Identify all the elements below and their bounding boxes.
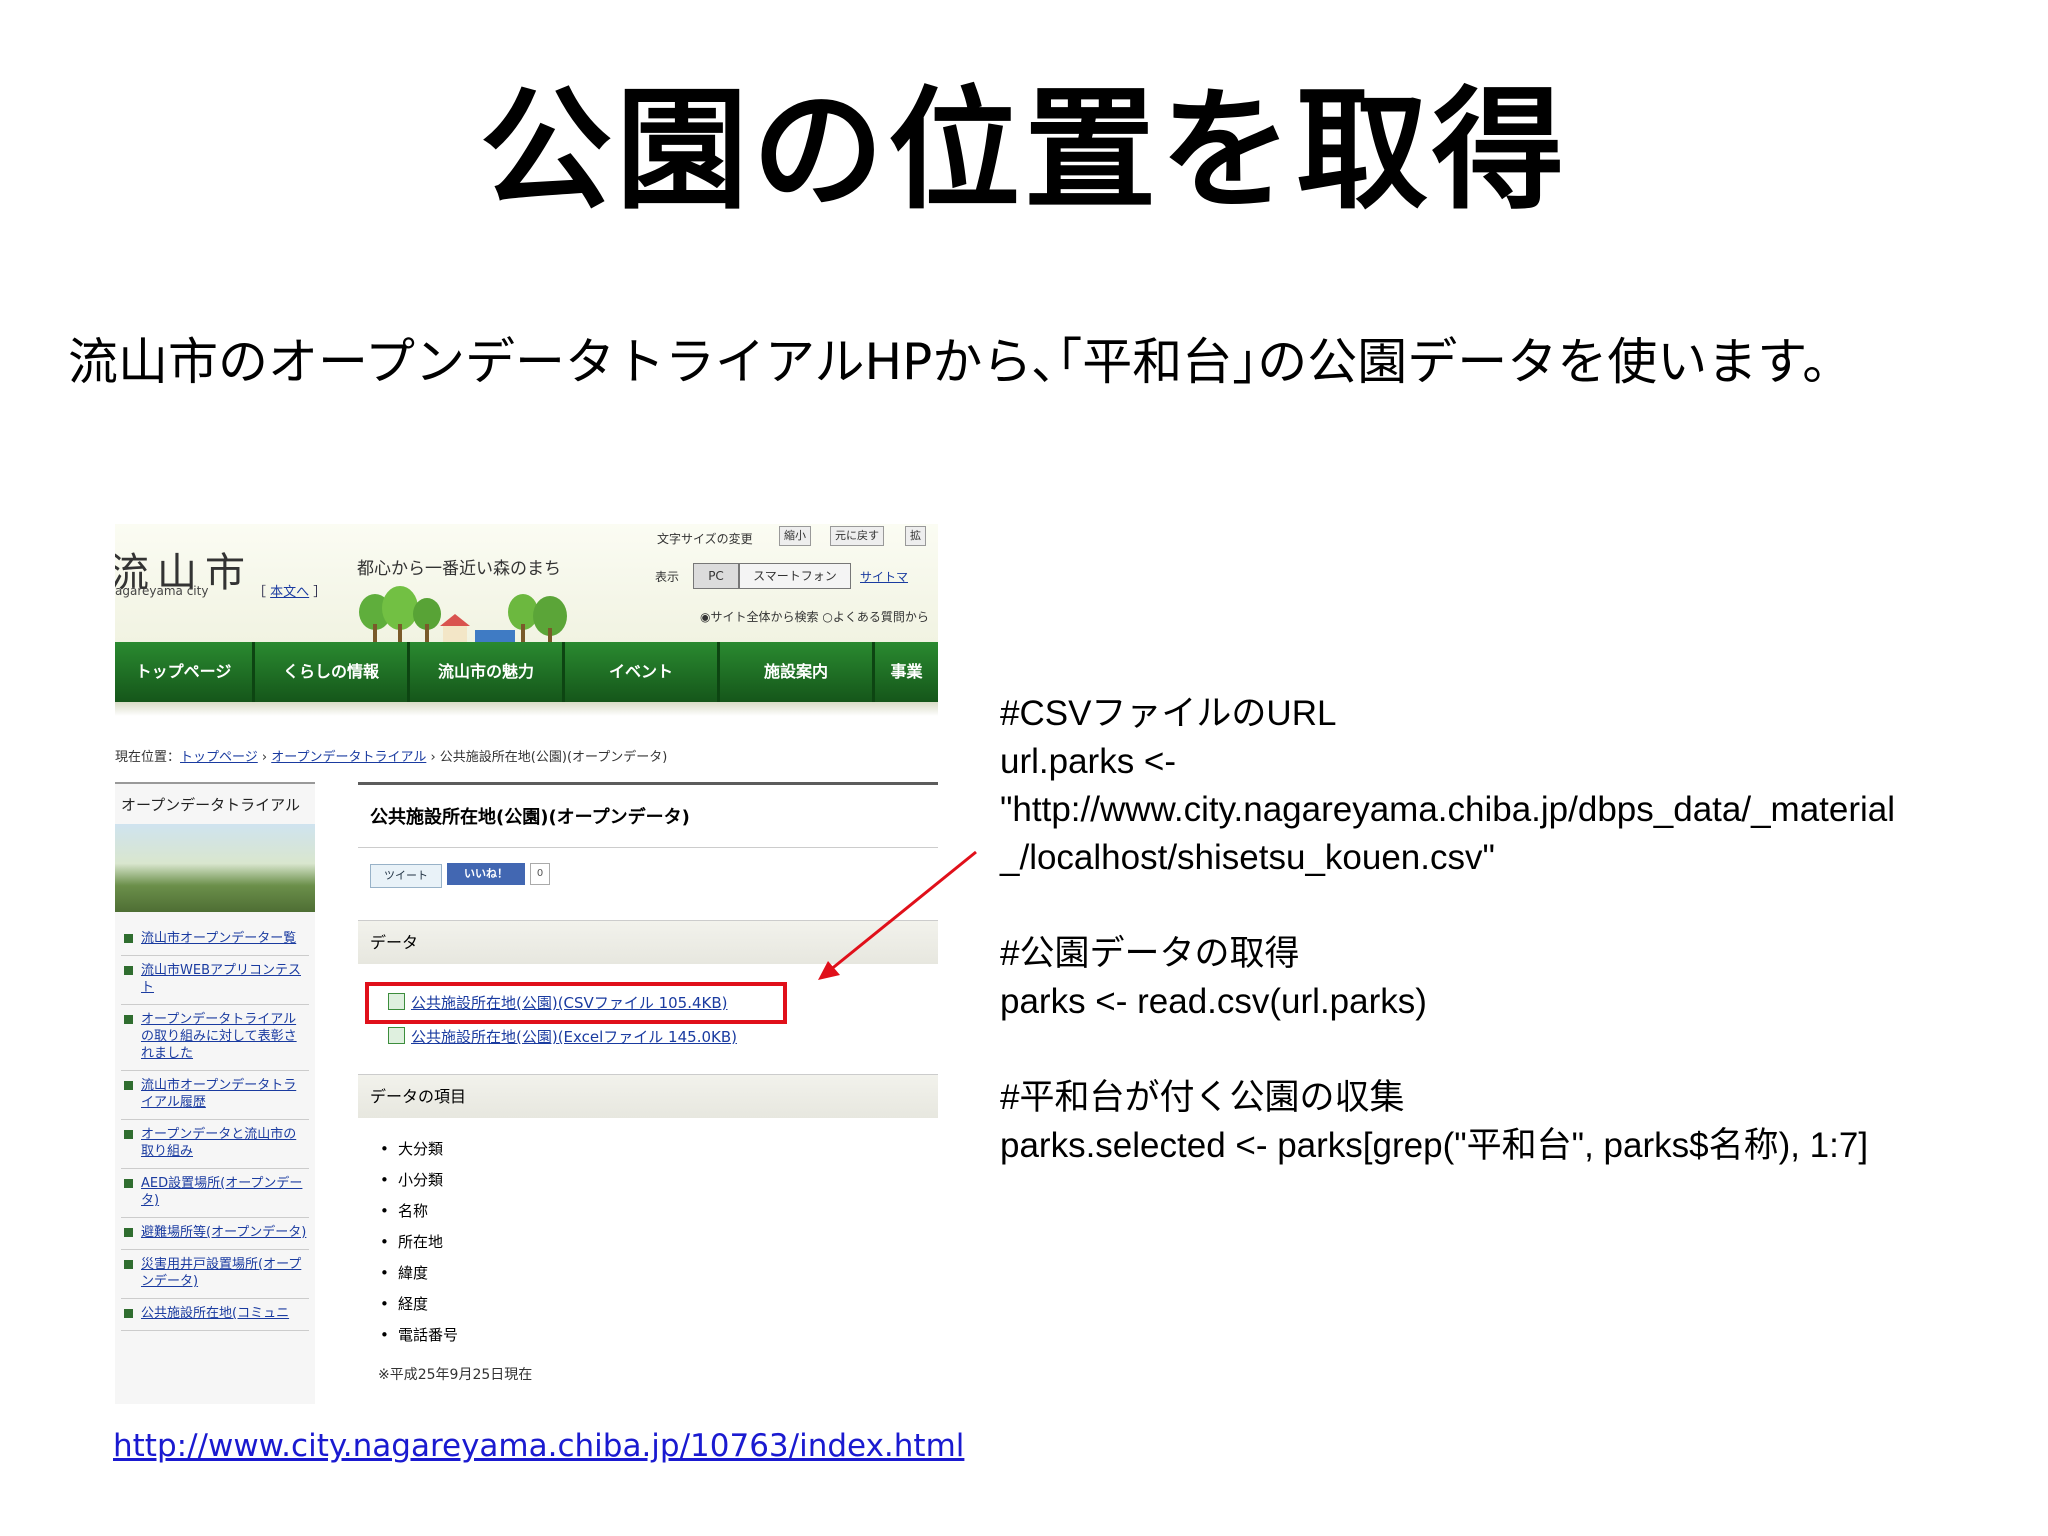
search-faq-option[interactable]: よくある質問から	[833, 610, 929, 624]
font-shrink-button[interactable]: 縮小	[779, 526, 811, 546]
excel-file-icon	[388, 1027, 405, 1044]
sidebar-link[interactable]: 災害用井戸設置場所(オープンデータ)	[141, 1257, 301, 1289]
code-line-url-assign: url.parks <-	[1000, 742, 1177, 781]
nav-shadow	[115, 702, 938, 716]
data-item: 電話番号	[378, 1320, 458, 1351]
breadcrumb-current: 公共施設所在地(公園)(オープンデータ)	[439, 750, 668, 765]
sitemap-link[interactable]: サイトマ	[860, 568, 908, 585]
sidebar-item: AED設置場所(オープンデータ)	[121, 1169, 309, 1218]
sidebar-item: オープンデータトライアルの取り組みに対して表彰されました	[121, 1005, 309, 1071]
csv-highlight-box	[365, 982, 787, 1024]
nav-events[interactable]: イベント	[565, 642, 720, 702]
font-enlarge-button[interactable]: 拡	[905, 526, 926, 546]
sidebar-list: 流山市オープンデーター覧 流山市WEBアプリコンテスト オープンデータトライアル…	[121, 924, 309, 1331]
facebook-like-button[interactable]: いいね！	[447, 863, 525, 885]
source-url-link[interactable]: http://www.city.nagareyama.chiba.jp/1076…	[113, 1428, 964, 1464]
date-note: ※平成25年9月25日現在	[378, 1367, 533, 1383]
main-content: 公共施設所在地(公園)(オープンデータ) ツイート いいね！ 0 データ 公共施…	[358, 782, 938, 1404]
sidebar-title: オープンデータトライアル	[121, 796, 300, 814]
smartphone-view-button[interactable]: スマートフォン	[739, 563, 851, 589]
items-section-heading: データの項目	[358, 1074, 938, 1118]
slide-subtitle: 流山市のオープンデータトライアルHPから､｢平和台｣の公園データを使います。	[68, 333, 1853, 391]
code-comment-select: #平和台が付く公園の収集	[1000, 1078, 1405, 1117]
sidebar-link[interactable]: 流山市オープンデーター覧	[141, 931, 296, 946]
nav-facilities[interactable]: 施設案内	[720, 642, 875, 702]
sidebar-link[interactable]: オープンデータと流山市の取り組み	[141, 1127, 296, 1159]
sidebar-photo	[115, 824, 315, 912]
like-count: 0	[530, 863, 550, 885]
sidebar-link[interactable]: 流山市オープンデータトライアル履歴	[141, 1078, 296, 1110]
breadcrumb-opendata[interactable]: オープンデータトライアル	[271, 750, 426, 765]
sidebar-item: 流山市オープンデータトライアル履歴	[121, 1071, 309, 1120]
data-item: 名称	[378, 1196, 458, 1227]
font-size-label: 文字サイズの変更	[657, 532, 753, 546]
breadcrumb: 現在位置：トップページ › オープンデータトライアル › 公共施設所在地(公園)…	[115, 750, 668, 765]
sidebar-item: オープンデータと流山市の取り組み	[121, 1120, 309, 1169]
sidebar-item: 流山市WEBアプリコンテスト	[121, 956, 309, 1005]
sidebar-item: 避難場所等(オープンデータ)	[121, 1218, 309, 1250]
display-label: 表示	[655, 570, 680, 584]
website-screenshot: 流山市 agareyama city ［ 本文へ ］ 都心から一番近い森のまち …	[115, 524, 938, 1404]
code-comment-read: #公園データの取得	[1000, 934, 1300, 973]
breadcrumb-prefix: 現在位置：	[115, 750, 181, 765]
site-header: 流山市 agareyama city ［ 本文へ ］ 都心から一番近い森のまち …	[115, 524, 938, 646]
search-scope: ◉サイト全体から検索 ○よくある質問から	[700, 608, 929, 625]
slide-title: 公園の位置を取得	[480, 74, 1568, 228]
data-item: 大分類	[378, 1134, 458, 1165]
sidebar-item: 流山市オープンデーター覧	[121, 924, 309, 956]
font-reset-button[interactable]: 元に戻す	[830, 526, 884, 546]
skip-to-content-link[interactable]: 本文へ	[270, 585, 309, 600]
nav-top[interactable]: トップページ	[115, 642, 255, 702]
search-site-option[interactable]: サイト全体から検索	[710, 610, 818, 624]
data-item: 小分類	[378, 1165, 458, 1196]
data-items-list: 大分類 小分類 名称 所在地 緯度 経度 電話番号	[378, 1134, 458, 1351]
breadcrumb-top[interactable]: トップページ	[180, 750, 258, 765]
sidebar-link[interactable]: 流山市WEBアプリコンテスト	[141, 963, 301, 995]
nav-business[interactable]: 事業	[875, 642, 938, 702]
nav-living[interactable]: くらしの情報	[255, 642, 410, 702]
excel-download-link[interactable]: 公共施設所在地(公園)(Excelファイル 145.0KB)	[411, 1028, 737, 1046]
radio-selected-icon[interactable]: ◉	[700, 610, 710, 624]
data-item: 所在地	[378, 1227, 458, 1258]
code-line-select: parks.selected <- parks[grep("平和台", park…	[1000, 1126, 1869, 1165]
sidebar-link[interactable]: 公共施設所在地(コミュニ	[141, 1306, 289, 1321]
data-item: 経度	[378, 1289, 458, 1320]
forest-illustration	[355, 586, 590, 646]
code-line-read: parks <- read.csv(url.parks)	[1000, 982, 1427, 1021]
sidebar-item: 災害用井戸設置場所(オープンデータ)	[121, 1250, 309, 1299]
sidebar-link[interactable]: 避難場所等(オープンデータ)	[141, 1225, 306, 1240]
sidebar-item: 公共施設所在地(コミュニ	[121, 1299, 309, 1331]
site-logo-romaji: agareyama city	[115, 584, 209, 598]
radio-unselected-icon[interactable]: ○	[822, 610, 832, 624]
code-line-url-1: "http://www.city.nagareyama.chiba.jp/dbp…	[1000, 790, 1896, 829]
skip-to-content: ［ 本文へ ］	[253, 585, 327, 600]
excel-download: 公共施設所在地(公園)(Excelファイル 145.0KB)	[388, 1026, 737, 1047]
header-controls: 文字サイズの変更 縮小 元に戻す 拡 表示 PC スマートフォン サイトマ ◉サ…	[655, 526, 938, 636]
tweet-button[interactable]: ツイート	[370, 864, 442, 888]
page-heading: 公共施設所在地(公園)(オープンデータ)	[358, 782, 938, 848]
pc-view-button[interactable]: PC	[693, 563, 739, 589]
sidebar-link[interactable]: オープンデータトライアルの取り組みに対して表彰されました	[141, 1012, 297, 1061]
site-tagline: 都心から一番近い森のまち	[357, 559, 561, 579]
global-nav: トップページ くらしの情報 流山市の魅力 イベント 施設案内 事業	[115, 642, 938, 702]
code-line-url-2: _/localhost/shisetsu_kouen.csv"	[1000, 838, 1495, 877]
data-item: 緯度	[378, 1258, 458, 1289]
code-comment-csv-url: #CSVファイルのURL	[1000, 694, 1337, 733]
sidebar-link[interactable]: AED設置場所(オープンデータ)	[141, 1176, 302, 1208]
sidebar: オープンデータトライアル 流山市オープンデーター覧 流山市WEBアプリコンテスト…	[115, 782, 315, 1404]
nav-charm[interactable]: 流山市の魅力	[410, 642, 565, 702]
data-section-heading: データ	[358, 920, 938, 964]
